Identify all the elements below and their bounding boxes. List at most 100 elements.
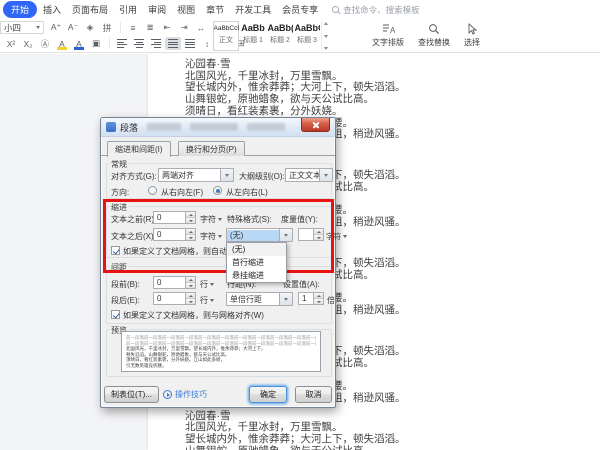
font-size-combo[interactable]: 小四 [0,21,44,34]
dropdown-option-2[interactable]: 悬挂缩进 [227,269,286,282]
justify-icon[interactable] [165,37,181,50]
dropdown-option-0[interactable]: (无) [227,243,286,256]
alignment-label: 对齐方式(G): [111,171,157,182]
style-3[interactable]: AaBbCcI标题 3 [294,21,320,51]
style-1[interactable]: AaBb标题 1 [240,21,266,51]
dialog-title-bar[interactable]: 段落 [101,118,335,137]
svg-text:A: A [390,26,395,35]
menu-item-8[interactable]: 会员专享 [277,1,323,18]
command-search[interactable]: 查找命令、搜索模板 [332,4,420,16]
char-border-icon[interactable]: ▣ [88,37,104,50]
spinner[interactable] [313,293,323,304]
bullet-list-icon[interactable]: ≡ [125,21,141,34]
text-effects-icon[interactable]: Ⓐ [37,37,53,50]
spinner[interactable] [185,277,195,288]
clear-format-icon[interactable]: ◈ [82,21,98,34]
cancel-label: 取消 [306,389,322,400]
unit-dropdown[interactable]: 行 [200,295,214,306]
spinner[interactable] [185,229,195,240]
tab-line-page-breaks[interactable]: 换行和分页(P) [178,141,245,156]
tips-link[interactable]: 操作技巧 [163,389,207,400]
number-list-icon[interactable]: ≣ [142,21,158,34]
ribbon: 小四 A⁺A⁻◈拼≡≣⇤⇥↔↲¶⋯ X²X₂ⒶAA▣↕▨⊞ AaBbCcDd正文… [0,19,600,53]
menu-item-5[interactable]: 视图 [172,1,200,18]
tabs-button[interactable]: 制表位(T)... [104,386,159,403]
align-right-icon[interactable] [148,37,164,50]
chevron-down-icon [279,293,292,305]
pinyin-guide-icon[interactable]: 拼 [99,21,115,34]
tabs-button-label: 制表位(T)... [111,389,152,400]
subscript-icon[interactable]: X₂ [20,37,36,50]
align-center-icon[interactable] [131,37,147,50]
ok-button[interactable]: 确定 [249,386,287,403]
font-color-icon-bar [74,47,84,50]
text-layout-button[interactable]: A 文字排版 [372,22,404,48]
line-spacing-combo[interactable]: 单倍行距 [226,292,293,306]
spinner[interactable] [185,293,195,304]
paragraph-line: 须晴日，看红装素裹，分外妖娆。 [185,106,600,118]
menu-item-7[interactable]: 开发工具 [230,1,276,18]
increase-font-icon[interactable]: A⁺ [48,21,64,34]
scroll-down-icon[interactable] [324,35,328,38]
snap-to-grid-label: 如果定义了文档网格，则与网格对齐(W) [123,310,323,321]
char-scale-icon[interactable]: ↔ [193,21,209,34]
unit-dropdown[interactable]: 字符 [200,214,222,225]
menu-item-2[interactable]: 页面布局 [67,1,113,18]
gallery-more-icon[interactable] [324,47,328,50]
highlight-color-icon[interactable]: A [54,37,70,50]
preview-sample-line: 引无数英雄竞折腰。 [126,363,316,369]
dialog-title: 段落 [120,121,138,134]
increase-indent-icon[interactable]: ⇥ [176,21,192,34]
style-2[interactable]: AaBb(标题 2 [267,21,293,51]
spinner[interactable] [185,212,195,223]
close-icon[interactable] [301,118,330,132]
special-format-label: 特殊格式(S): [227,214,272,225]
style-gallery-scroll[interactable] [321,21,329,51]
radio-right-to-left[interactable] [148,186,157,195]
space-before-field[interactable]: 0 [153,276,196,289]
align-left-icon[interactable] [114,37,130,50]
unit-dropdown[interactable]: 行 [200,279,214,290]
dropdown-option-1[interactable]: 首行缩进 [227,256,286,269]
style-0[interactable]: AaBbCcDd正文 [213,21,239,51]
group-label-spacing: 间距 [109,262,129,273]
superscript-icon[interactable]: X² [3,37,19,50]
scroll-up-icon[interactable] [324,22,328,25]
menu-item-1[interactable]: 插入 [38,1,66,18]
group-label-general: 常规 [109,159,129,170]
text-after-field[interactable]: 0 [153,228,196,241]
tab-label: 缩进和间距(I) [115,144,163,155]
ok-label: 确定 [260,389,276,400]
distribute-icon[interactable] [182,37,198,50]
cancel-button[interactable]: 取消 [295,386,332,403]
decrease-indent-icon[interactable]: ⇤ [159,21,175,34]
find-replace-button[interactable]: 查找替换 [418,22,450,48]
outline-level-combo[interactable]: 正文文本 [285,168,333,182]
unit-dropdown[interactable]: 字符 [200,231,222,242]
tab-indents-spacing[interactable]: 缩进和间距(I) [107,141,171,157]
text-before-field[interactable]: 0 [153,211,196,224]
radio-left-to-right[interactable] [213,186,222,195]
redacted-text [247,123,285,131]
menu-item-0[interactable]: 开始 [3,1,37,18]
unit-dropdown[interactable]: 字符 [326,231,347,242]
chevron-down-icon [279,229,292,241]
space-after-field[interactable]: 0 [153,292,196,305]
menu-item-3[interactable]: 引用 [114,1,142,18]
menu-item-6[interactable]: 章节 [201,1,229,18]
auto-adjust-checkbox[interactable] [111,246,120,255]
font-size-value: 小四 [4,22,21,34]
snap-to-grid-checkbox[interactable] [111,310,120,319]
measure-field[interactable] [298,228,324,241]
special-format-combo[interactable]: (无) [226,228,293,242]
decrease-font-icon[interactable]: A⁻ [65,21,81,34]
select-button[interactable]: 选择 [464,22,480,48]
set-value-label: 设置值(A): [283,279,320,290]
menu-item-4[interactable]: 审阅 [143,1,171,18]
alignment-combo[interactable]: 两端对齐 [158,168,234,182]
set-value-field[interactable]: 1 [298,292,324,305]
measure-label: 度量值(Y): [281,214,318,225]
special-format-value: (无) [227,230,279,241]
spinner[interactable] [313,229,323,240]
font-color-icon[interactable]: A [71,37,87,50]
